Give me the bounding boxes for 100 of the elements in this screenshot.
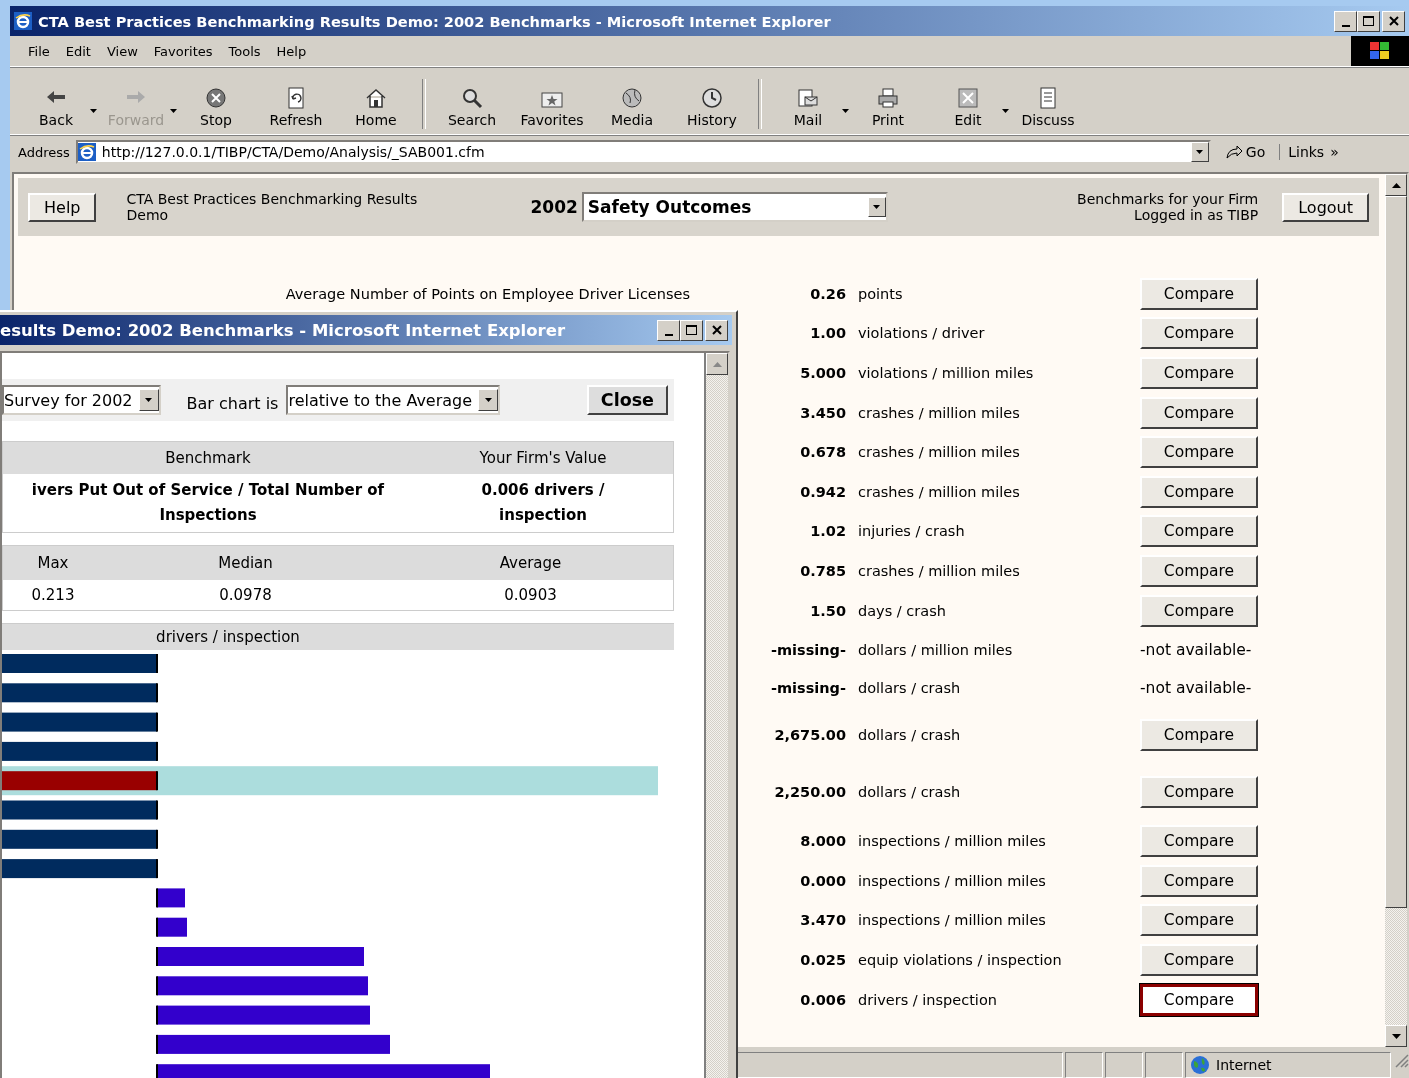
benchmark-unit: points [858, 285, 904, 302]
links-label[interactable]: Links [1288, 144, 1325, 160]
chevron-icon[interactable]: » [1330, 144, 1339, 160]
benchmark-unit: inspections / million miles [858, 833, 1047, 850]
toolbar-button[interactable]: Home [336, 83, 416, 134]
compare-button[interactable]: Compare [1140, 396, 1258, 429]
address-url[interactable]: http://127.0.0.1/TIBP/CTA/Demo/Analysis/_SAB001.cfm [101, 144, 1185, 160]
dropdown-button[interactable] [1190, 142, 1209, 162]
close-button[interactable] [705, 319, 728, 341]
window-title: CTA Best Practices Benchmarking Results Demo: 2002 Benchmarks - Microsoft Internet Explorer [38, 12, 832, 30]
menu-item[interactable]: Tools [220, 41, 269, 61]
maximize-icon [686, 325, 697, 335]
compare-button[interactable]: Compare [1140, 594, 1258, 627]
compare-button[interactable]: Compare [1140, 864, 1258, 897]
toolbar-button[interactable]: Edit [928, 83, 1008, 134]
table-cell-text: 0.0903 [503, 586, 558, 604]
browser-logo-icon [14, 12, 32, 30]
scroll-up-button[interactable] [706, 353, 728, 375]
benchmark-unit: inspections / million miles [858, 912, 1047, 929]
not-available-text: -not available- [1140, 640, 1253, 659]
window-title: esults Demo: 2002 Benchmarks - Microsoft Internet Explorer [0, 320, 567, 340]
benchmark-unit: injuries / crash [858, 523, 966, 540]
compare-button[interactable]: Compare [1140, 475, 1258, 508]
scrollbar[interactable] [704, 353, 728, 1078]
menu-item[interactable]: Edit [57, 41, 99, 61]
survey-select[interactable]: Survey for 2002 [2, 385, 161, 415]
toolbar-button[interactable]: History [672, 83, 752, 134]
table-cell-text: ivers Put Out of Service / Total Number of Inspections [30, 480, 386, 526]
edit-icon [957, 87, 979, 109]
maximize-button[interactable] [680, 319, 703, 341]
page-icon [77, 143, 96, 161]
stop-icon [205, 87, 227, 109]
scrollbar[interactable] [1385, 174, 1407, 1047]
dropdown-caret-icon [1196, 150, 1204, 154]
printer-icon [877, 87, 899, 109]
status-pane [1145, 1052, 1183, 1078]
menu-item[interactable]: Help [268, 41, 315, 61]
resize-grip-icon [1393, 1052, 1409, 1068]
benchmark-unit: days / crash [858, 602, 947, 619]
maximize-icon [1363, 16, 1374, 26]
firm-label: Benchmarks for your Firm [1077, 191, 1259, 207]
benchmark-value: 1.50 [809, 602, 846, 619]
toolbar-button[interactable]: Back [16, 83, 96, 134]
help-button[interactable]: Help [28, 192, 97, 222]
minimize-button[interactable] [1334, 10, 1357, 32]
scroll-up-button[interactable] [1385, 174, 1407, 196]
minimize-icon [1341, 24, 1350, 27]
compare-button[interactable]: Compare [1140, 983, 1258, 1016]
toolbar-button[interactable]: Favorites [512, 83, 592, 134]
close-icon [1388, 16, 1399, 26]
menu-item[interactable]: File [20, 41, 58, 61]
compare-button[interactable]: Compare [1140, 277, 1258, 310]
benchmark-unit: dollars / crash [858, 727, 962, 744]
menu-item[interactable]: Favorites [145, 41, 221, 61]
logout-button[interactable]: Logout [1282, 192, 1369, 222]
toolbar-button[interactable]: Print [848, 83, 928, 134]
status-pane [1065, 1052, 1103, 1078]
scroll-down-button[interactable] [1385, 1025, 1407, 1047]
toolbar-button[interactable]: Discuss [1008, 83, 1088, 134]
minimize-button[interactable] [657, 319, 680, 341]
maximize-button[interactable] [1357, 10, 1380, 32]
compare-button[interactable]: Compare [1140, 357, 1258, 389]
go-button[interactable]: Go [1216, 144, 1274, 160]
benchmark-label: Average Number of Points on Employee Driver Licenses [284, 285, 691, 302]
compare-button[interactable]: Compare [1140, 904, 1258, 937]
bar-chart-mode-select[interactable]: relative to the Average [286, 385, 501, 415]
compare-button[interactable]: Compare [1140, 719, 1258, 752]
benchmark-value: 0.006 [799, 991, 846, 1008]
page-title: CTA Best Practices Benchmarking Results Demo [126, 191, 419, 223]
menu-item[interactable]: View [98, 41, 146, 61]
compare-button[interactable]: Compare [1140, 776, 1258, 809]
address-field[interactable]: http://127.0.0.1/TIBP/CTA/Demo/Analysis/_SAB001.cfm [75, 140, 1211, 164]
globe-icon [621, 87, 643, 109]
close-page-button[interactable]: Close [586, 385, 668, 415]
mail-icon [797, 87, 819, 109]
benchmark-unit: crashes / million miles [858, 404, 1021, 421]
category-select[interactable]: Safety Outcomes [581, 192, 888, 222]
toolbar-button[interactable]: Stop [176, 83, 256, 134]
benchmark-unit: violations / million miles [858, 365, 1035, 381]
dropdown-caret-icon [169, 109, 177, 113]
toolbar-button[interactable]: Media [592, 83, 672, 134]
toolbar-button[interactable]: Search [432, 83, 512, 134]
column-header: Average [498, 554, 563, 572]
table-cell-text: 0.006 drivers / inspection [480, 480, 606, 526]
dropdown-caret-icon [484, 398, 492, 402]
compare-button[interactable]: Compare [1140, 943, 1258, 976]
compare-button[interactable]: Compare [1140, 317, 1258, 350]
close-button[interactable] [1382, 10, 1405, 32]
compare-button[interactable]: Compare [1140, 515, 1258, 548]
minimize-icon [664, 333, 673, 336]
compare-button[interactable]: Compare [1140, 436, 1258, 469]
not-available-text: -not available- [1140, 679, 1253, 698]
login-status: Logged in as TIBP [1133, 207, 1259, 223]
benchmark-value: -missing- [769, 641, 846, 658]
compare-button[interactable]: Compare [1140, 825, 1258, 858]
compare-button[interactable]: Compare [1140, 554, 1258, 587]
toolbar-button[interactable]: Refresh [256, 83, 336, 134]
scroll-thumb[interactable] [1385, 196, 1407, 908]
toolbar-button[interactable]: Mail [768, 83, 848, 134]
search-icon [461, 87, 483, 109]
